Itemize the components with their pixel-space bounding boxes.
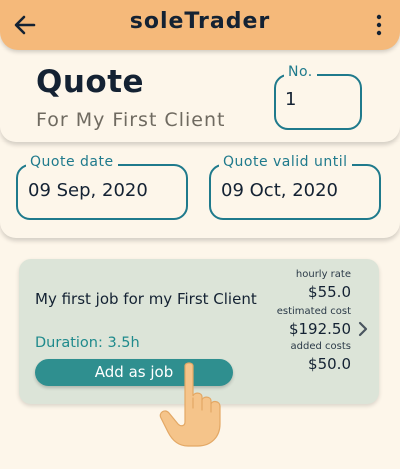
added-costs-label: added costs	[290, 341, 351, 352]
quote-valid-until-field[interactable]: Quote valid until 09 Oct, 2020	[209, 154, 381, 220]
quote-date-field[interactable]: Quote date 09 Sep, 2020	[16, 154, 188, 220]
hourly-rate-group: hourly rate $55.0	[296, 269, 351, 301]
pointing-hand-icon	[159, 362, 221, 447]
quote-valid-until-value[interactable]: 09 Oct, 2020	[221, 180, 338, 201]
client-name: For My First Client	[36, 109, 226, 131]
dates-card: Quote date 09 Sep, 2020 Quote valid unti…	[0, 142, 400, 238]
estimated-cost-group: estimated cost $192.50	[277, 306, 351, 338]
quote-number-label: No.	[284, 64, 317, 80]
hourly-rate-label: hourly rate	[295, 269, 351, 280]
added-costs-value: $50.0	[308, 355, 351, 373]
app-bar: soleTrader	[0, 0, 400, 50]
app-title: soleTrader	[129, 9, 271, 34]
job-duration: Duration: 3.5h	[35, 335, 140, 351]
estimated-cost-label: estimated cost	[276, 306, 351, 317]
quote-date-value[interactable]: 09 Sep, 2020	[28, 180, 148, 201]
more-vert-icon[interactable]	[372, 12, 386, 38]
quote-number-value[interactable]: 1	[285, 89, 296, 110]
quote-header-card: Quote For My First Client No. 1	[0, 50, 400, 142]
quote-date-label: Quote date	[26, 154, 118, 170]
page-title: Quote	[36, 64, 145, 100]
quote-number-field[interactable]: No. 1	[274, 64, 362, 130]
job-description: My first job for my First Client	[35, 290, 257, 308]
chevron-right-icon[interactable]	[357, 321, 369, 337]
hourly-rate-value: $55.0	[308, 283, 351, 301]
quote-valid-until-label: Quote valid until	[219, 154, 352, 170]
estimated-cost-value: $192.50	[288, 320, 351, 338]
added-costs-group: added costs $50.0	[291, 341, 351, 373]
